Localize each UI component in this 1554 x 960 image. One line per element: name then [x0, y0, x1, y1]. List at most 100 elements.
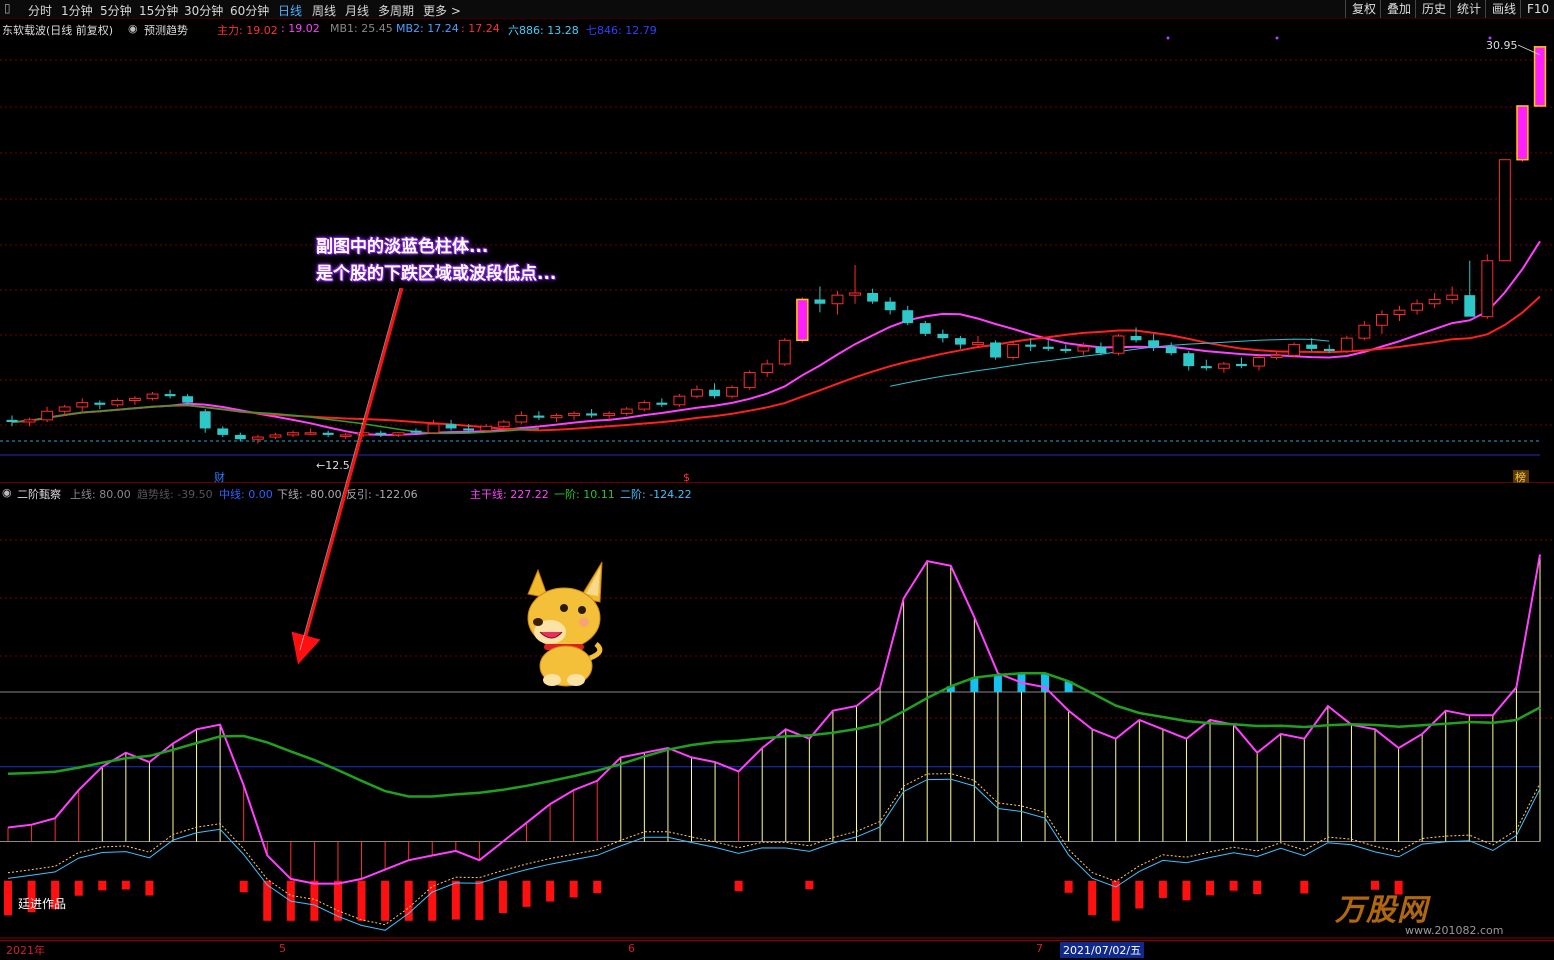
candle-down [709, 389, 720, 397]
candle-down [1165, 346, 1177, 354]
main-trunk-line [7, 554, 1541, 885]
candle-down [937, 333, 949, 339]
candle-down [656, 402, 668, 405]
watermark-brand: 万股网 [1335, 893, 1428, 928]
candle-down [1042, 346, 1054, 349]
candle-up [638, 402, 651, 410]
candle-down [884, 301, 896, 311]
event-marker: $ [683, 471, 690, 484]
candle-down [1060, 348, 1072, 352]
date-tick: 6 [628, 942, 635, 955]
candle-limit-up [1533, 46, 1547, 107]
date-axis: 2021年 5 6 7 2021/07/02/五 [0, 940, 1554, 960]
candle-up [76, 402, 89, 408]
chart-canvas[interactable]: 30.95 ←12.5 财 $ 榜 [0, 0, 1554, 959]
red-column [404, 880, 413, 921]
candle-up [1007, 344, 1020, 359]
candle-up [691, 389, 703, 397]
candle-down [1130, 336, 1142, 341]
candle-down [1464, 295, 1476, 317]
annotation-line-1: 副图中的淡蓝色柱体... [316, 237, 489, 257]
candle-up [1358, 324, 1371, 339]
candle-down [445, 424, 457, 429]
author-credit: 廷进作品 [18, 897, 67, 911]
candle-up [392, 432, 405, 436]
candle-up [41, 410, 54, 421]
moving-averages [11, 240, 1541, 436]
candle-down [6, 419, 18, 422]
red-column [498, 880, 507, 914]
red-column [805, 880, 814, 890]
ma-line [11, 404, 539, 435]
candle-up [1411, 303, 1424, 311]
red-column [1229, 880, 1238, 891]
candle-down [1323, 348, 1335, 352]
candle-up [427, 423, 440, 434]
candle-down [919, 323, 931, 334]
dog-mascot-icon [527, 561, 603, 687]
candle-up [620, 408, 633, 414]
date-tick: 5 [279, 942, 286, 955]
candle-up [1288, 344, 1301, 356]
candle-down [902, 310, 914, 324]
candle-down [1025, 344, 1037, 347]
candle-up [1498, 159, 1511, 262]
candle-up [287, 432, 299, 436]
candle-up [1217, 363, 1230, 369]
candle-up [58, 406, 71, 412]
candle-up [778, 339, 791, 365]
signal-dot [1166, 36, 1170, 40]
red-column [428, 880, 437, 921]
signal-dot [1488, 36, 1492, 40]
red-column [1064, 880, 1073, 893]
candle-up [603, 412, 616, 417]
red-column [475, 880, 484, 920]
candle-up [1112, 335, 1125, 354]
red-column [1088, 880, 1097, 916]
red-column [1182, 880, 1191, 901]
candle-up [339, 434, 352, 437]
candle-down [814, 299, 826, 304]
red-column [4, 880, 12, 916]
candle-down [94, 402, 106, 405]
candle-up [1077, 346, 1090, 352]
event-marker: 榜 [1515, 470, 1526, 484]
candle-up [1375, 314, 1388, 326]
candle-down [1183, 353, 1195, 367]
red-column [522, 880, 531, 907]
candle-up [515, 415, 528, 423]
candle-up [304, 432, 317, 435]
candle-up [128, 397, 141, 402]
red-column [1158, 880, 1167, 898]
candle-down [182, 396, 194, 403]
candle-down [990, 342, 1001, 358]
candle-down [199, 411, 211, 429]
second-order-line [7, 778, 1541, 931]
low-price-label: ←12.5 [316, 459, 350, 472]
candle-down [1200, 366, 1212, 369]
candle-down [867, 293, 879, 302]
candle-down [164, 394, 176, 397]
candle-up [743, 372, 756, 389]
red-column [1135, 880, 1144, 909]
candle-up [497, 421, 510, 427]
red-column [1253, 880, 1262, 895]
reverse-lead-line [7, 773, 1541, 926]
candle-down [1235, 363, 1247, 367]
red-column [1206, 880, 1215, 896]
signal-dot [1275, 36, 1279, 40]
candle-up [726, 387, 739, 397]
candle-up [849, 292, 861, 296]
candle-up [146, 393, 159, 399]
candle-up [111, 400, 124, 406]
candle-up [1253, 357, 1265, 367]
candle-down [322, 432, 334, 435]
red-column [74, 880, 83, 896]
candle-down [1306, 344, 1318, 349]
candle-limit-up [1516, 105, 1529, 161]
candle-up [23, 419, 36, 423]
candle-up [568, 412, 580, 417]
candle-down [1148, 340, 1160, 347]
candle-down [410, 430, 422, 433]
sub-grid [0, 539, 1554, 939]
